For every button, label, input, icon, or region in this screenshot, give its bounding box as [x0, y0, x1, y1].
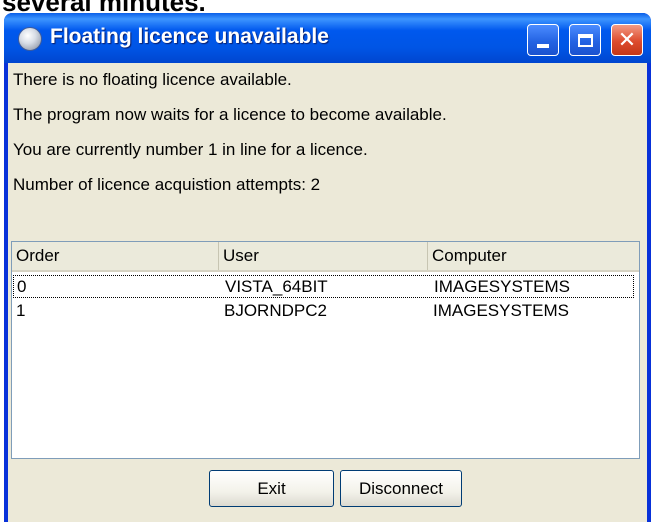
cell-user: VISTA_64BIT	[225, 277, 328, 296]
close-icon: ✕	[617, 26, 637, 52]
background-page-text: several minutes.	[0, 0, 653, 14]
cell-order: 0	[17, 277, 27, 296]
column-header-order[interactable]: Order	[12, 242, 219, 270]
table-row[interactable]: 1 BJORNDPC2 IMAGESYSTEMS	[12, 299, 639, 322]
cell-computer: IMAGESYSTEMS	[433, 301, 570, 320]
column-header-user[interactable]: User	[219, 242, 428, 270]
maximize-button[interactable]	[569, 24, 601, 56]
licence-queue-list[interactable]: Order User Computer 0 VISTA_64BIT IMAGES…	[11, 241, 640, 459]
cell-computer: IMAGESYSTEMS	[434, 277, 571, 296]
app-icon	[18, 27, 42, 51]
maximize-icon	[577, 33, 593, 47]
table-row[interactable]: 0 VISTA_64BIT IMAGESYSTEMS	[13, 275, 634, 298]
window-title: Floating licence unavailable	[50, 25, 329, 48]
message-waiting: The program now waits for a licence to b…	[13, 105, 447, 124]
column-header-computer[interactable]: Computer	[428, 242, 639, 270]
message-queue-position: You are currently number 1 in line for a…	[13, 140, 368, 159]
cell-user: BJORNDPC2	[224, 301, 327, 320]
cell-order: 1	[16, 301, 26, 320]
disconnect-button[interactable]: Disconnect	[340, 470, 462, 507]
close-button[interactable]: ✕	[611, 24, 643, 56]
exit-button[interactable]: Exit	[209, 470, 334, 507]
list-header: Order User Computer	[12, 242, 639, 272]
minimize-button[interactable]	[527, 24, 559, 56]
dialog-body: There is no floating licence available. …	[8, 63, 647, 522]
background-caption: several minutes.	[2, 0, 206, 14]
minimize-icon	[537, 44, 549, 48]
dialog-window: Floating licence unavailable ✕ There is …	[4, 13, 651, 522]
title-bar[interactable]: Floating licence unavailable ✕	[4, 13, 651, 63]
message-attempts: Number of licence acquistion attempts: 2	[13, 175, 321, 194]
message-no-licence: There is no floating licence available.	[13, 70, 292, 89]
